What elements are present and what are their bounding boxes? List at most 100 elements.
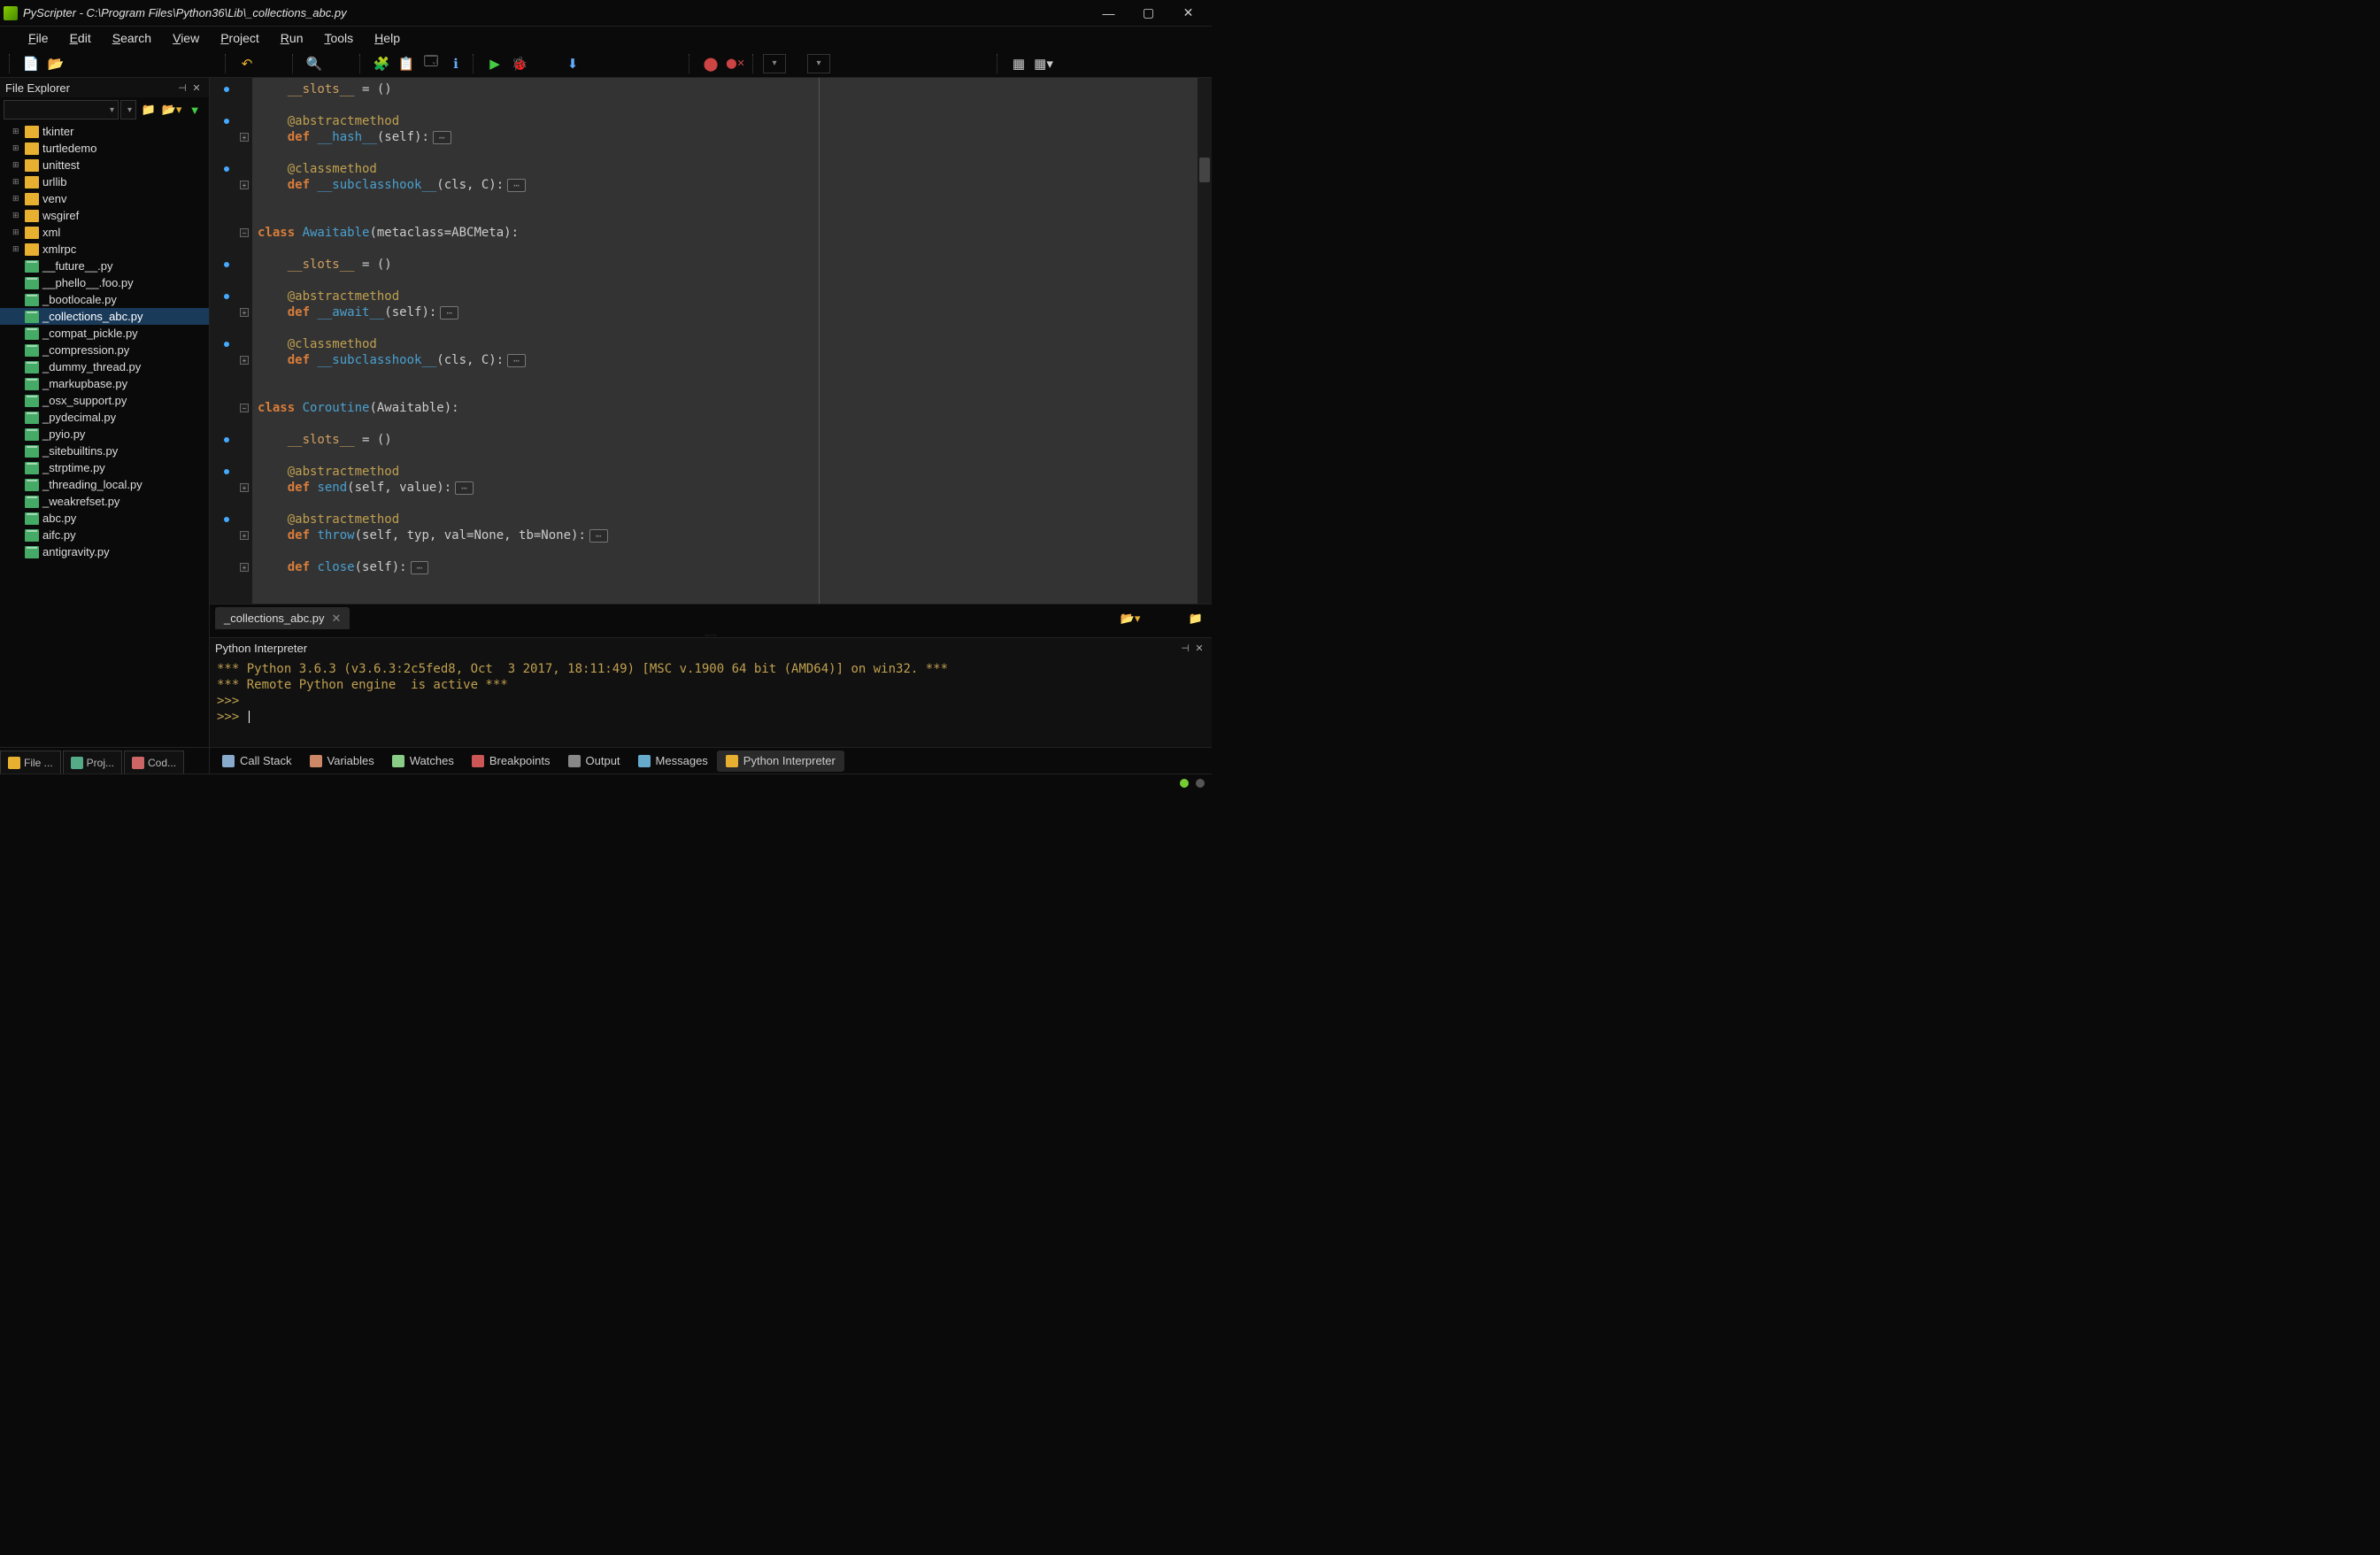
gutter-line[interactable]: [210, 543, 252, 559]
fold-toggle[interactable]: +: [240, 356, 249, 365]
config-dropdown-2[interactable]: ▾: [807, 54, 830, 73]
tree-item[interactable]: ⊞turtledemo: [0, 140, 209, 157]
code-line[interactable]: class Coroutine(Awaitable):: [258, 400, 1198, 416]
menu-file[interactable]: File: [18, 28, 59, 48]
gutter-line[interactable]: [210, 113, 252, 129]
code-line[interactable]: [258, 368, 1198, 384]
tree-item[interactable]: _dummy_thread.py: [0, 358, 209, 375]
tree-item[interactable]: abc.py: [0, 510, 209, 527]
tree-item[interactable]: _collections_abc.py: [0, 308, 209, 325]
stop-button[interactable]: ⬤: [699, 52, 722, 75]
code-line[interactable]: @abstractmethod: [258, 464, 1198, 480]
fold-toggle[interactable]: +: [240, 483, 249, 492]
bottom-tab[interactable]: Call Stack: [213, 751, 301, 772]
menu-project[interactable]: Project: [210, 28, 270, 48]
gutter-line[interactable]: [210, 368, 252, 384]
expander-icon[interactable]: ⊞: [12, 177, 25, 187]
code-line[interactable]: [258, 448, 1198, 464]
tree-item[interactable]: _bootlocale.py: [0, 291, 209, 308]
code-line[interactable]: [258, 97, 1198, 113]
collapsed-marker-icon[interactable]: ⋯: [589, 529, 608, 543]
side-tab[interactable]: Cod...: [124, 751, 184, 774]
tree-item[interactable]: ⊞wsgiref: [0, 207, 209, 224]
close-button[interactable]: ✕: [1168, 1, 1208, 26]
code-line[interactable]: __slots__ = (): [258, 432, 1198, 448]
tree-item[interactable]: _weakrefset.py: [0, 493, 209, 510]
code-line[interactable]: def __subclasshook__(cls, C):⋯: [258, 177, 1198, 193]
tool-button-2[interactable]: 📋: [395, 52, 418, 75]
code-line[interactable]: [258, 416, 1198, 432]
fold-toggle[interactable]: −: [240, 404, 249, 412]
path-dropdown[interactable]: ▾: [4, 100, 119, 119]
gutter-line[interactable]: [210, 448, 252, 464]
open-folder-button[interactable]: 📂▾: [1120, 609, 1141, 628]
code-line[interactable]: def send(self, value):⋯: [258, 480, 1198, 496]
gutter-line[interactable]: [210, 432, 252, 448]
gutter-line[interactable]: [210, 241, 252, 257]
code-line[interactable]: @classmethod: [258, 161, 1198, 177]
code-line[interactable]: def throw(self, typ, val=None, tb=None):…: [258, 527, 1198, 543]
code-editor[interactable]: __slots__ = () @abstractmethod def __has…: [252, 78, 1198, 604]
side-tab[interactable]: Proj...: [63, 751, 122, 774]
menu-run[interactable]: Run: [270, 28, 314, 48]
run-button[interactable]: ▶: [483, 52, 506, 75]
panel-close-button[interactable]: ✕: [1192, 641, 1206, 655]
bottom-tab[interactable]: Breakpoints: [463, 751, 559, 772]
panel-pin-button[interactable]: ⊣: [175, 81, 189, 95]
gutter-line[interactable]: [210, 81, 252, 97]
gutter-line[interactable]: [210, 273, 252, 289]
gutter-line[interactable]: [210, 336, 252, 352]
code-line[interactable]: @classmethod: [258, 336, 1198, 352]
collapsed-marker-icon[interactable]: ⋯: [433, 131, 451, 144]
code-line[interactable]: [258, 543, 1198, 559]
tree-item[interactable]: antigravity.py: [0, 543, 209, 560]
gutter-line[interactable]: −: [210, 225, 252, 241]
new-file-button[interactable]: 📄: [19, 52, 42, 75]
gutter-line[interactable]: +: [210, 527, 252, 543]
code-line[interactable]: [258, 209, 1198, 225]
code-line[interactable]: [258, 193, 1198, 209]
interpreter-output[interactable]: *** Python 3.6.3 (v3.6.3:2c5fed8, Oct 3 …: [210, 658, 1212, 747]
folder-button[interactable]: 📂▾: [161, 99, 182, 120]
editor-scrollbar[interactable]: [1198, 78, 1212, 604]
tree-item[interactable]: _sitebuiltins.py: [0, 443, 209, 459]
code-line[interactable]: def __subclasshook__(cls, C):⋯: [258, 352, 1198, 368]
expander-icon[interactable]: ⊞: [12, 244, 25, 254]
gutter-line[interactable]: [210, 320, 252, 336]
menu-tools[interactable]: Tools: [313, 28, 364, 48]
gutter-line[interactable]: [210, 145, 252, 161]
fold-toggle[interactable]: +: [240, 133, 249, 142]
tree-item[interactable]: _threading_local.py: [0, 476, 209, 493]
gutter-line[interactable]: [210, 193, 252, 209]
side-tab[interactable]: File ...: [0, 751, 61, 774]
scrollbar-thumb[interactable]: [1199, 158, 1210, 182]
code-line[interactable]: @abstractmethod: [258, 289, 1198, 304]
favorites-button[interactable]: 📁: [138, 99, 159, 120]
tree-item[interactable]: __phello__.foo.py: [0, 274, 209, 291]
menu-edit[interactable]: Edit: [59, 28, 102, 48]
tree-item[interactable]: ⊞xmlrpc: [0, 241, 209, 258]
tree-item[interactable]: _compression.py: [0, 342, 209, 358]
tree-item[interactable]: ⊞urllib: [0, 173, 209, 190]
panel-pin-button[interactable]: ⊣: [1178, 641, 1192, 655]
bottom-tab[interactable]: Variables: [301, 751, 383, 772]
menu-view[interactable]: View: [162, 28, 210, 48]
tree-item[interactable]: ⊞venv: [0, 190, 209, 207]
tree-item[interactable]: ⊞tkinter: [0, 123, 209, 140]
gutter-line[interactable]: +: [210, 177, 252, 193]
maximize-button[interactable]: ▢: [1128, 1, 1168, 26]
gutter-line[interactable]: [210, 464, 252, 480]
code-line[interactable]: [258, 496, 1198, 512]
debug-button[interactable]: 🐞: [508, 52, 531, 75]
bottom-tab[interactable]: Watches: [383, 751, 463, 772]
tree-item[interactable]: ⊞xml: [0, 224, 209, 241]
tool-button-3[interactable]: 🗔: [420, 52, 443, 75]
fold-toggle[interactable]: +: [240, 563, 249, 572]
fold-toggle[interactable]: +: [240, 531, 249, 540]
code-line[interactable]: class Awaitable(metaclass=ABCMeta):: [258, 225, 1198, 241]
gutter-line[interactable]: [210, 496, 252, 512]
tree-item[interactable]: _markupbase.py: [0, 375, 209, 392]
open-folder-button-2[interactable]: 📁: [1185, 609, 1206, 628]
collapsed-marker-icon[interactable]: ⋯: [507, 354, 526, 367]
gutter-line[interactable]: [210, 97, 252, 113]
